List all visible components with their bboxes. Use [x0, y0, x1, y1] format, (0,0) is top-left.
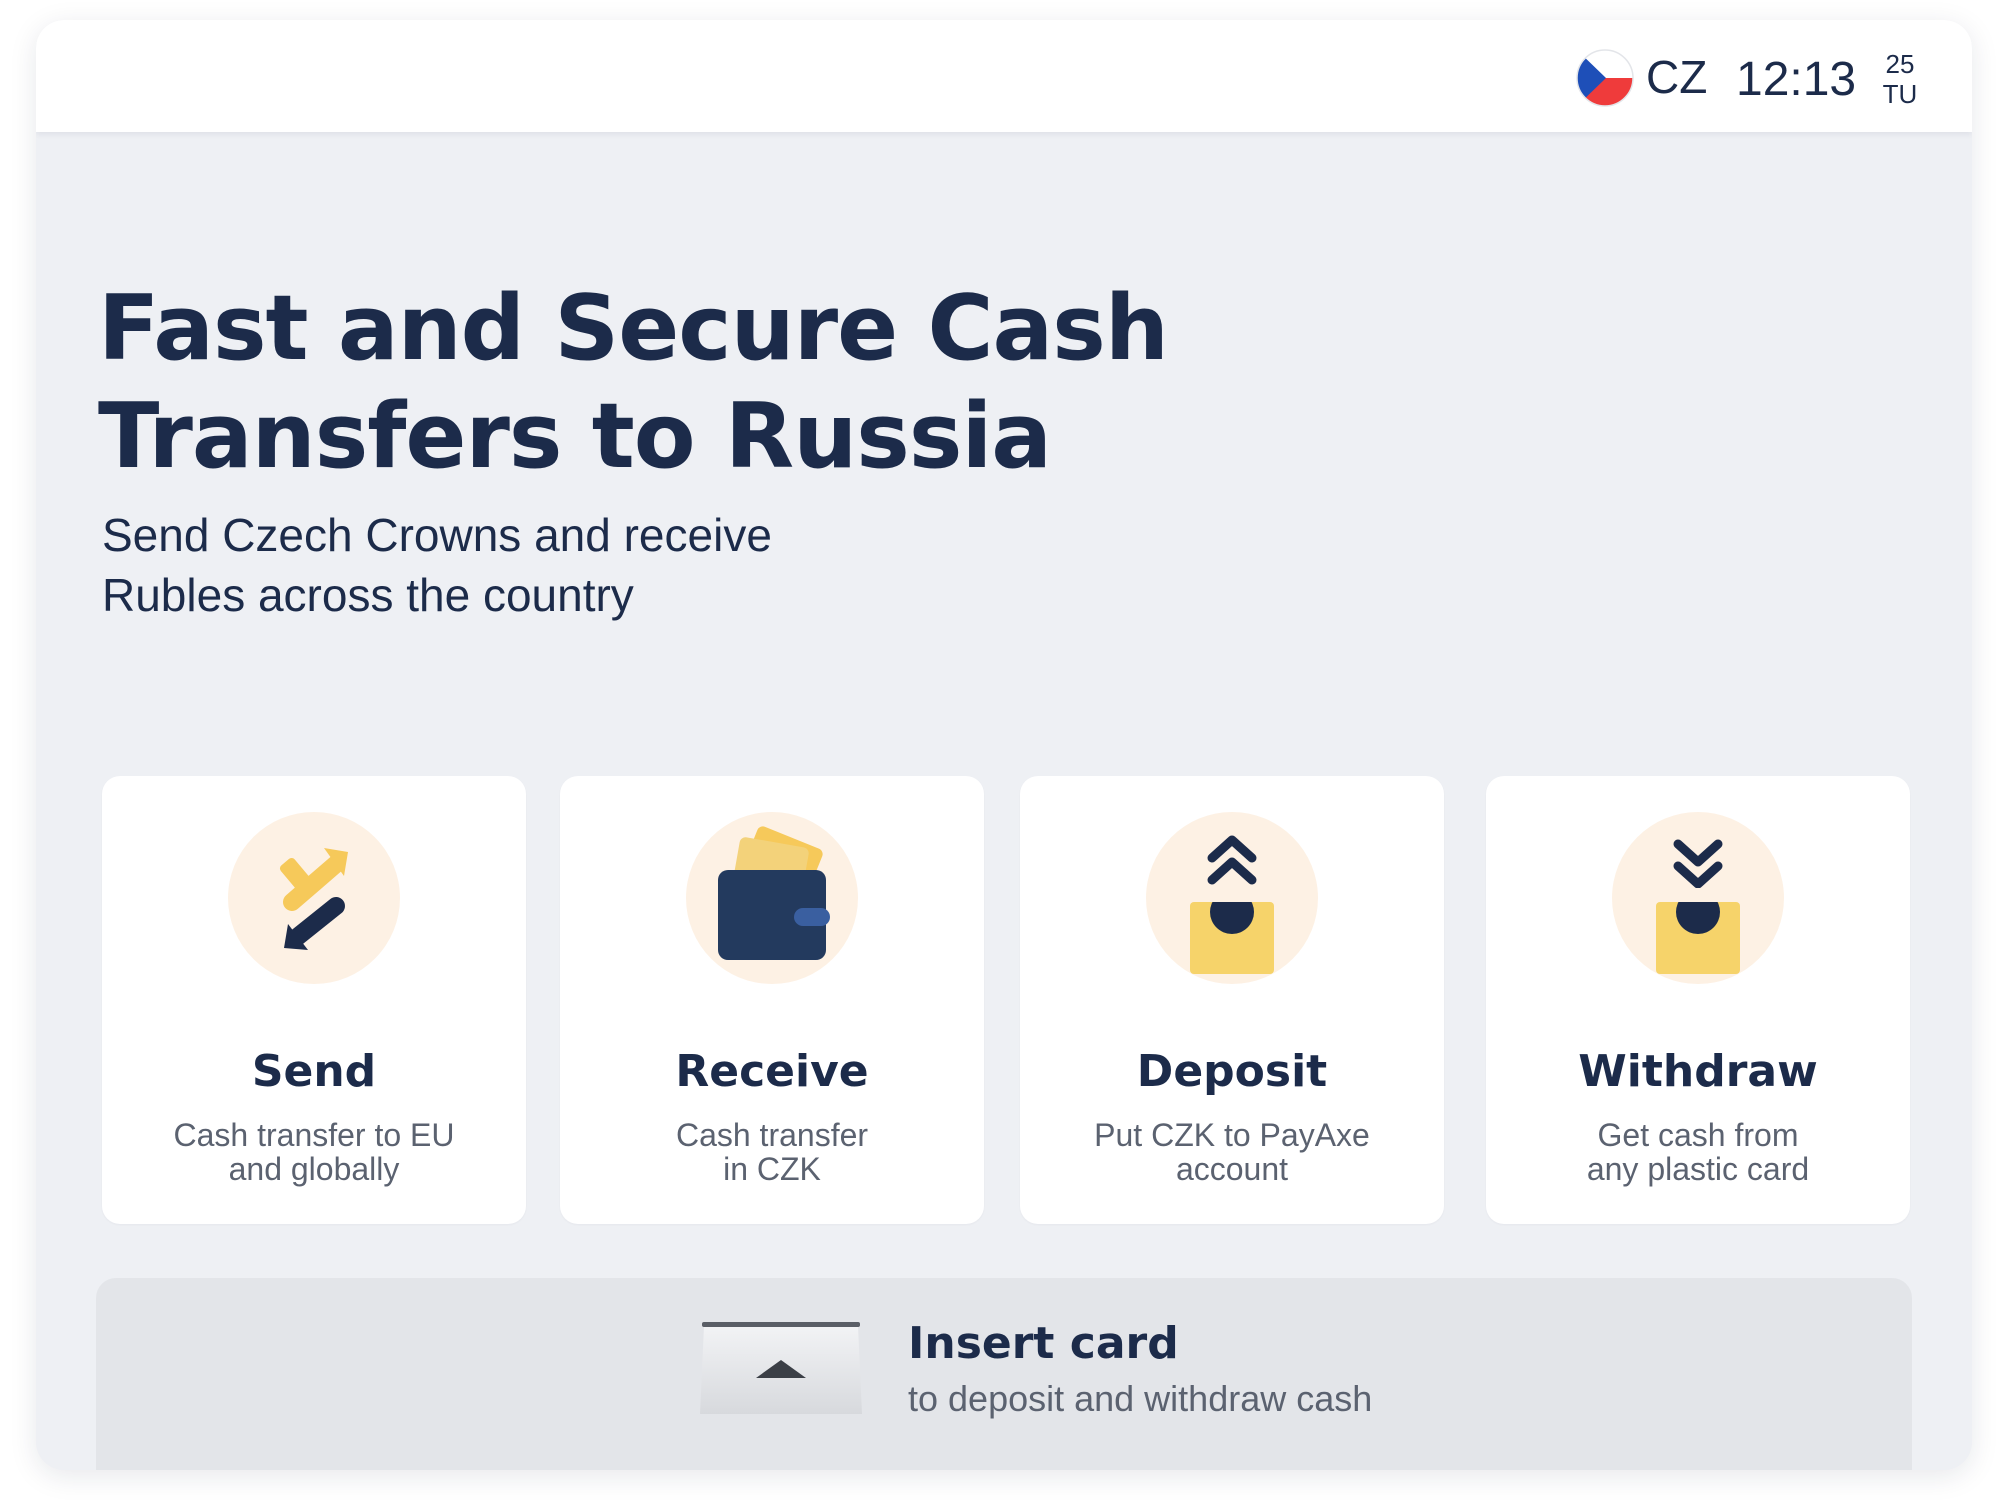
kiosk-screen: CZ 12:13 25 TU Fast and Secure Cash Tran… [36, 20, 1972, 1470]
deposit-icon [1146, 812, 1318, 984]
withdraw-card[interactable]: Withdraw Get cash from any plastic card [1486, 776, 1910, 1224]
wallet-icon [686, 812, 858, 984]
status-bar: CZ 12:13 25 TU [36, 20, 1972, 132]
withdraw-desc-line1: Get cash from [1597, 1117, 1799, 1153]
send-title: Send [251, 1046, 377, 1097]
receive-desc-line2: in CZK [723, 1151, 821, 1187]
hero-subtitle: Send Czech Crowns and receive Rubles acr… [102, 505, 1002, 625]
send-transfer-icon [228, 812, 400, 984]
deposit-description: Put CZK to PayAxe account [1040, 1118, 1424, 1186]
deposit-desc-line2: account [1175, 1151, 1289, 1187]
send-desc-line2: and globally [228, 1151, 400, 1187]
receive-title: Receive [675, 1046, 869, 1097]
deposit-title: Deposit [1136, 1046, 1328, 1097]
hero-subtitle-line2: Rubles across the country [102, 569, 634, 621]
hero-subtitle-line1: Send Czech Crowns and receive [102, 509, 772, 561]
date-day: 25 [1885, 49, 1915, 79]
deposit-desc-line1: Put CZK to PayAxe [1094, 1117, 1370, 1153]
insert-card-subtitle: to deposit and withdraw cash [908, 1378, 1373, 1419]
send-description: Cash transfer to EU and globally [122, 1118, 506, 1186]
send-card[interactable]: Send Cash transfer to EU and globally [102, 776, 526, 1224]
deposit-card[interactable]: Deposit Put CZK to PayAxe account [1020, 776, 1444, 1224]
withdraw-description: Get cash from any plastic card [1506, 1118, 1890, 1186]
send-desc-line1: Cash transfer to EU [173, 1117, 455, 1153]
withdraw-desc-line2: any plastic card [1586, 1151, 1810, 1187]
czech-flag-icon[interactable] [1576, 49, 1634, 107]
hero-title-line1: Fast and Secure Cash [98, 276, 1169, 381]
language-code[interactable]: CZ [1646, 50, 1707, 104]
clock-time: 12:13 [1736, 53, 1857, 106]
receive-card[interactable]: Receive Cash transfer in CZK [560, 776, 984, 1224]
insert-card-title: Insert card [908, 1318, 1179, 1369]
receive-desc-line1: Cash transfer [675, 1117, 869, 1153]
hero-title: Fast and Secure Cash Transfers to Russia [98, 275, 1298, 491]
receive-description: Cash transfer in CZK [580, 1118, 964, 1186]
withdraw-title: Withdraw [1578, 1046, 1818, 1097]
insert-card-panel: Insert card to deposit and withdraw cash [96, 1278, 1912, 1470]
hero-title-line2: Transfers to Russia [98, 384, 1052, 489]
withdraw-icon [1612, 812, 1784, 984]
card-slot-icon [700, 1322, 862, 1414]
date-weekday: TU [1882, 79, 1918, 109]
